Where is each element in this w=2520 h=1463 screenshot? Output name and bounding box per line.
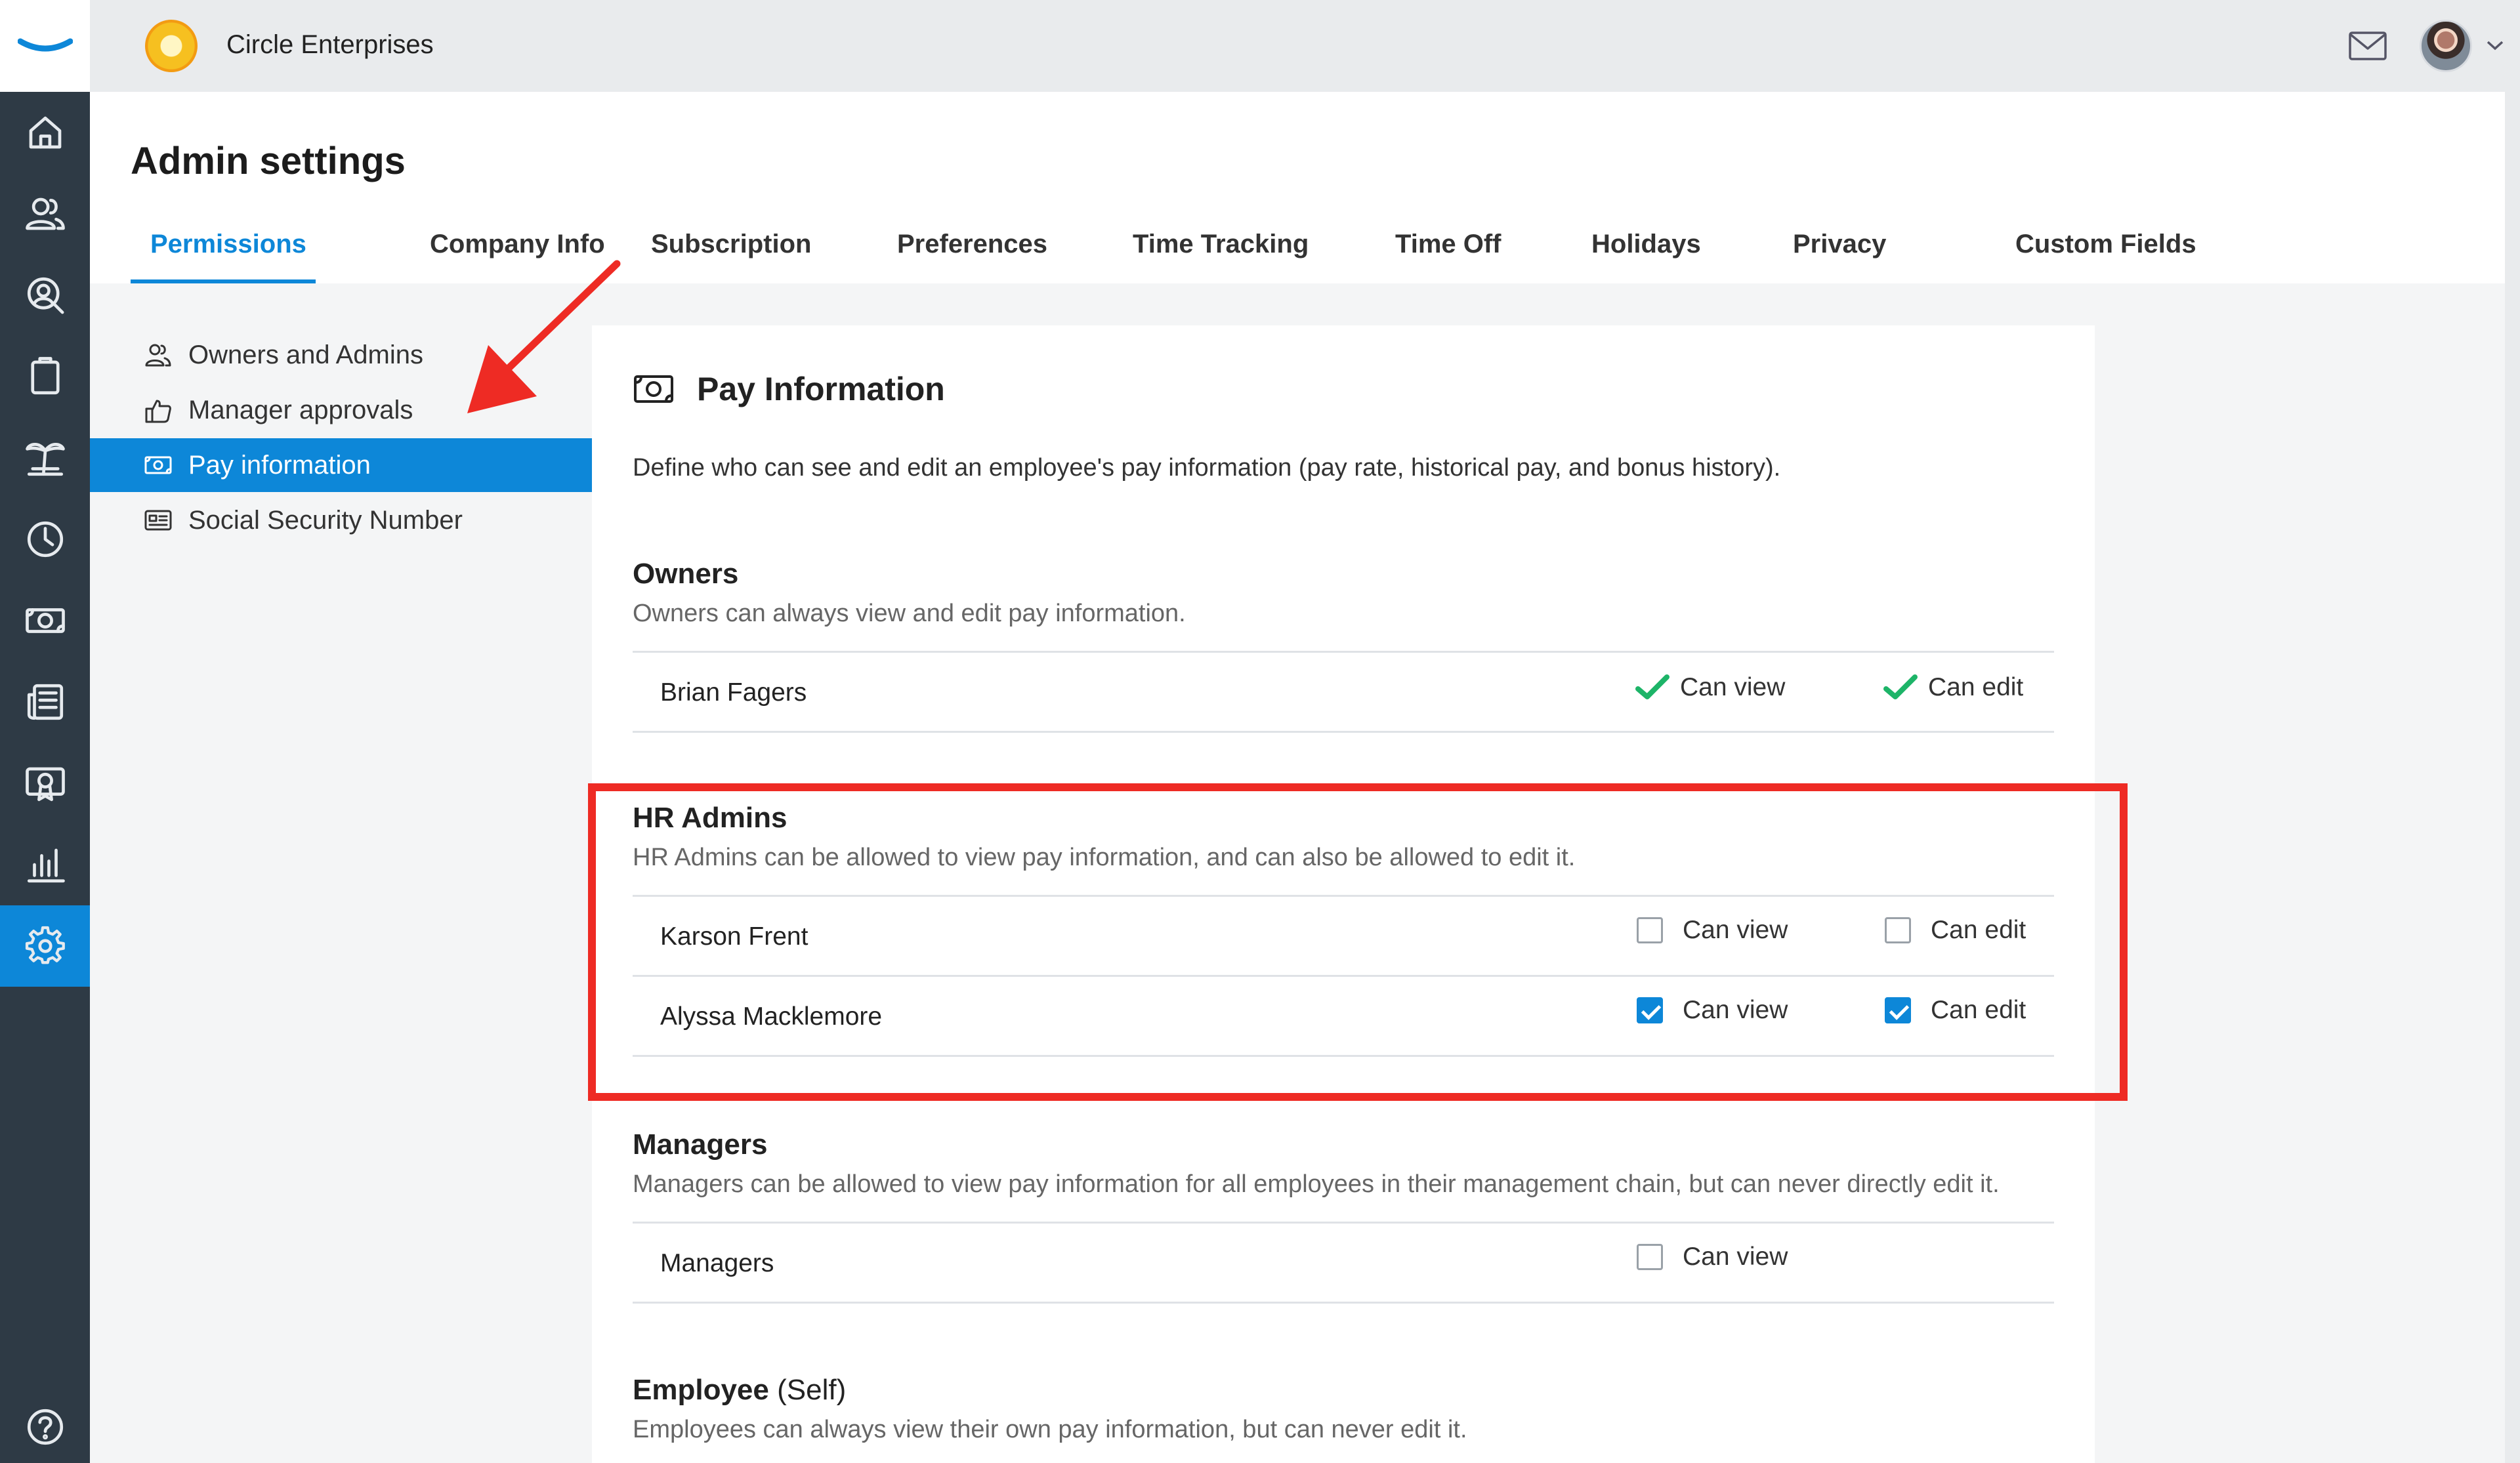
mail-icon[interactable]	[2347, 26, 2388, 66]
divider	[633, 1222, 2054, 1224]
section-subtitle-managers: Managers can be allowed to view pay info…	[633, 1170, 2000, 1198]
annotation-highlight-box	[588, 783, 2128, 1101]
managers-row-name: Managers	[660, 1249, 774, 1277]
nav-certificates[interactable]	[0, 743, 90, 824]
section-title-employee: Employee (Self)	[633, 1374, 846, 1407]
section-subtitle-owners: Owners can always view and edit pay info…	[633, 600, 1186, 627]
id-card-icon	[144, 506, 173, 535]
people-icon	[144, 340, 173, 369]
tab-company-info[interactable]: Company Info	[430, 230, 605, 259]
nav-pay[interactable]	[0, 580, 90, 661]
tab-privacy[interactable]: Privacy	[1793, 230, 1886, 259]
tab-subscription[interactable]: Subscription	[651, 230, 811, 259]
palm-tree-icon	[25, 443, 65, 476]
check-icon	[1634, 673, 1671, 702]
nav-rail	[0, 0, 90, 1463]
employee-title: Employee	[633, 1374, 769, 1406]
can-view-label: Can view	[1683, 1243, 1788, 1271]
nav-news[interactable]	[0, 661, 90, 743]
side-item-pay-information[interactable]: Pay information	[90, 438, 592, 492]
avatar[interactable]	[2420, 20, 2472, 72]
help-icon	[27, 1409, 63, 1445]
nav-home[interactable]	[0, 92, 90, 173]
bar-chart-icon	[27, 848, 65, 883]
can-edit-label: Can edit	[1928, 673, 2024, 701]
section-title-managers: Managers	[633, 1128, 768, 1161]
nav-time-off[interactable]	[0, 417, 90, 499]
side-item-label: Social Security Number	[188, 505, 463, 535]
section-title-owners: Owners	[633, 558, 739, 590]
page-title: Admin settings	[131, 140, 406, 182]
can-view-checkbox[interactable]	[1637, 1244, 1663, 1270]
tab-holidays[interactable]: Holidays	[1591, 230, 1701, 259]
company-name: Circle Enterprises	[226, 30, 434, 59]
panel-description: Define who can see and edit an employee'…	[633, 454, 1781, 482]
app-logo-icon	[17, 38, 73, 52]
nav-clipboard[interactable]	[0, 336, 90, 417]
clipboard-icon	[30, 357, 60, 395]
owner-name: Brian Fagers	[660, 678, 807, 707]
money-icon	[25, 608, 65, 633]
nav-settings[interactable]	[0, 905, 90, 987]
nav-time-tracking[interactable]	[0, 499, 90, 580]
money-icon	[144, 451, 173, 480]
people-icon	[25, 197, 65, 230]
nav-reports[interactable]	[0, 824, 90, 905]
owner-can-view: Can view	[1634, 673, 1785, 702]
tab-custom-fields[interactable]: Custom Fields	[2015, 230, 2196, 259]
nav-help[interactable]	[0, 1391, 90, 1463]
certificate-icon	[25, 767, 65, 802]
tab-time-tracking[interactable]: Time Tracking	[1133, 230, 1309, 259]
panel-header: Pay Information	[633, 370, 945, 408]
managers-can-view[interactable]: Can view	[1637, 1243, 1788, 1271]
divider	[633, 731, 2054, 733]
tab-time-off[interactable]: Time Off	[1395, 230, 1502, 259]
page-header: Admin settings Permissions Company Info …	[90, 92, 2505, 283]
side-item-label: Manager approvals	[188, 395, 413, 424]
tab-preferences[interactable]: Preferences	[897, 230, 1047, 259]
app-logo[interactable]	[0, 0, 90, 92]
owner-can-edit: Can edit	[1882, 673, 2023, 702]
home-icon	[29, 116, 61, 149]
divider	[633, 1302, 2054, 1304]
company-logo	[145, 20, 198, 72]
side-item-label: Owners and Admins	[188, 340, 423, 369]
nav-user-search[interactable]	[0, 255, 90, 336]
section-subtitle-employee: Employees can always view their own pay …	[633, 1416, 1467, 1443]
divider	[633, 651, 2054, 653]
can-view-label: Can view	[1680, 673, 1786, 701]
news-icon	[27, 684, 63, 720]
panel-title: Pay Information	[697, 371, 945, 407]
thumbs-up-icon	[144, 396, 173, 424]
tab-permissions[interactable]: Permissions	[150, 230, 306, 259]
active-tab-indicator	[131, 279, 316, 283]
user-search-icon	[27, 277, 64, 314]
nav-people[interactable]	[0, 173, 90, 255]
clock-icon	[27, 521, 63, 558]
top-bar: Circle Enterprises	[90, 0, 2520, 92]
employee-title-suffix: (Self)	[777, 1374, 847, 1406]
annotation-arrow-icon	[459, 256, 630, 426]
chevron-down-icon[interactable]	[2485, 38, 2505, 52]
side-item-label: Pay information	[188, 450, 371, 480]
side-item-social-security-number[interactable]: Social Security Number	[90, 493, 592, 547]
check-icon	[1882, 673, 1919, 702]
scrollbar-track[interactable]	[2505, 92, 2520, 1463]
money-icon	[634, 375, 673, 403]
gear-icon	[25, 926, 65, 964]
